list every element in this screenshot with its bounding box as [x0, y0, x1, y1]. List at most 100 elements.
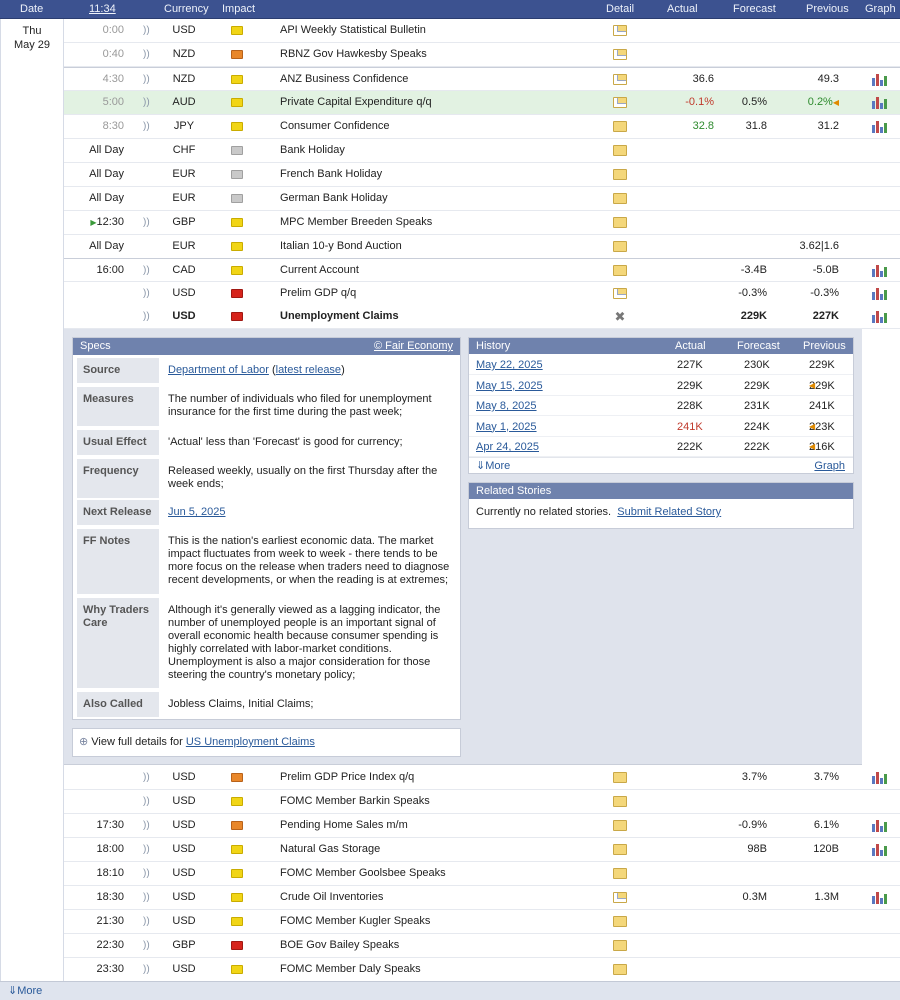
history-date-link[interactable]: May 1, 2025 — [476, 417, 537, 437]
event-row[interactable]: 17:30)) USD Pending Home Sales m/m -0.9% 6.1… — [64, 814, 900, 838]
folder-icon[interactable] — [613, 916, 627, 927]
folder-open-icon[interactable] — [613, 74, 627, 85]
event-row[interactable]: 23:30)) USD FOMC Member Daly Speaks — [64, 958, 900, 982]
event-currency: GBP — [172, 939, 196, 951]
graph-icon[interactable] — [872, 264, 887, 277]
folder-icon[interactable] — [613, 169, 627, 180]
folder-open-icon[interactable] — [613, 97, 627, 108]
graph-icon[interactable] — [872, 73, 887, 86]
event-name[interactable]: Private Capital Expenditure q/q — [280, 91, 580, 114]
event-name[interactable]: Crude Oil Inventories — [280, 886, 580, 909]
folder-icon[interactable] — [613, 217, 627, 228]
history-date-link[interactable]: Apr 24, 2025 — [476, 437, 539, 457]
graph-icon[interactable] — [872, 96, 887, 109]
event-name[interactable]: FOMC Member Goolsbee Speaks — [280, 862, 580, 885]
folder-icon[interactable] — [613, 820, 627, 831]
event-name[interactable]: Bank Holiday — [280, 139, 580, 162]
folder-icon[interactable] — [613, 121, 627, 132]
graph-icon[interactable] — [872, 120, 887, 133]
event-name[interactable]: Prelim GDP q/q — [280, 282, 580, 305]
graph-icon[interactable] — [872, 819, 887, 832]
folder-open-icon[interactable] — [613, 49, 627, 60]
graph-icon[interactable] — [872, 310, 887, 323]
event-row[interactable]: 5:00)) AUD Private Capital Expenditure q/q… — [64, 91, 900, 115]
event-name[interactable]: German Bank Holiday — [280, 187, 580, 210]
folder-icon[interactable] — [613, 265, 627, 276]
event-row[interactable]: 0:00)) USD API Weekly Statistical Bulletin — [64, 19, 900, 43]
folder-icon[interactable] — [613, 772, 627, 783]
event-name[interactable]: Prelim GDP Price Index q/q — [280, 766, 580, 789]
event-row[interactable]: )) USD Prelim GDP q/q -0.3% -0.3% — [64, 282, 900, 306]
event-row[interactable]: 21:30)) USD FOMC Member Kugler Speaks — [64, 910, 900, 934]
folder-icon[interactable] — [613, 145, 627, 156]
graph-icon[interactable] — [872, 843, 887, 856]
folder-icon[interactable] — [613, 964, 627, 975]
more-arrow-icon: ⇓ — [8, 985, 18, 997]
event-name[interactable]: Consumer Confidence — [280, 115, 580, 138]
event-row[interactable]: 18:00)) USD Natural Gas Storage 98B 120B — [64, 838, 900, 862]
event-name[interactable]: Natural Gas Storage — [280, 838, 580, 861]
folder-icon[interactable] — [613, 940, 627, 951]
event-name[interactable]: FOMC Member Barkin Speaks — [280, 790, 580, 813]
folder-icon[interactable] — [613, 193, 627, 204]
history-graph-link[interactable]: Graph — [814, 458, 845, 475]
graph-icon[interactable] — [872, 891, 887, 904]
folder-icon[interactable] — [613, 868, 627, 879]
history-more-link[interactable]: ⇓More — [476, 458, 510, 475]
graph-icon[interactable] — [872, 287, 887, 300]
fair-economy-link[interactable]: © Fair Economy — [374, 338, 453, 355]
event-row[interactable]: 22:30)) GBP BOE Gov Bailey Speaks — [64, 934, 900, 958]
close-detail-icon[interactable]: ✖ — [613, 310, 627, 323]
event-row[interactable]: ▶12:30)) GBP MPC Member Breeden Speaks — [64, 211, 900, 235]
impact-yellow-icon — [231, 242, 243, 251]
spec-label: FF Notes — [77, 529, 159, 594]
history-date-link[interactable]: May 22, 2025 — [476, 355, 543, 375]
history-date-link[interactable]: May 8, 2025 — [476, 396, 537, 416]
event-forecast: 98B — [747, 843, 767, 855]
folder-icon[interactable] — [613, 241, 627, 252]
footer-more-link[interactable]: ⇓More — [0, 981, 900, 1000]
event-name[interactable]: BOE Gov Bailey Speaks — [280, 934, 580, 957]
folder-icon[interactable] — [613, 844, 627, 855]
event-row[interactable]: All Day EUR Italian 10-y Bond Auction 3.62|… — [64, 235, 900, 259]
event-name[interactable]: FOMC Member Daly Speaks — [280, 958, 580, 981]
event-row[interactable]: 16:00)) CAD Current Account -3.4B -5.0B — [64, 258, 900, 282]
event-row[interactable]: 8:30)) JPY Consumer Confidence 32.8 31.8 31.2 — [64, 115, 900, 139]
folder-open-icon[interactable] — [613, 25, 627, 36]
event-row[interactable]: 18:30)) USD Crude Oil Inventories 0.3M 1.3M — [64, 886, 900, 910]
event-row[interactable]: All Day EUR German Bank Holiday — [64, 187, 900, 211]
event-row[interactable]: All Day EUR French Bank Holiday — [64, 163, 900, 187]
event-name[interactable]: MPC Member Breeden Speaks — [280, 211, 580, 234]
view-full-link[interactable]: US Unemployment Claims — [186, 736, 315, 748]
event-row[interactable]: )) USD FOMC Member Barkin Speaks — [64, 790, 900, 814]
folder-open-icon[interactable] — [613, 892, 627, 903]
event-row[interactable]: All Day CHF Bank Holiday — [64, 139, 900, 163]
event-name[interactable]: API Weekly Statistical Bulletin — [280, 19, 580, 42]
view-full-icon: ⊕ — [79, 736, 89, 748]
submit-related-story-link[interactable]: Submit Related Story — [617, 506, 721, 518]
event-time: 18:00 — [96, 843, 124, 855]
event-row[interactable]: )) USD Prelim GDP Price Index q/q 3.7% 3.7% — [64, 766, 900, 790]
event-name[interactable]: Current Account — [280, 259, 580, 282]
graph-icon[interactable] — [872, 771, 887, 784]
event-name[interactable]: French Bank Holiday — [280, 163, 580, 186]
event-name[interactable]: Pending Home Sales m/m — [280, 814, 580, 837]
event-name[interactable]: ANZ Business Confidence — [280, 68, 580, 91]
next-release-link[interactable]: Jun 5, 2025 — [168, 506, 226, 518]
event-row[interactable]: 18:10)) USD FOMC Member Goolsbee Speaks — [64, 862, 900, 886]
event-previous: 120B — [813, 843, 839, 855]
folder-open-icon[interactable] — [613, 288, 627, 299]
header-time[interactable]: 11:34 — [89, 0, 116, 19]
event-name[interactable]: Italian 10-y Bond Auction — [280, 235, 580, 258]
event-row[interactable]: 4:30)) NZD ANZ Business Confidence 36.6 49.3 — [64, 67, 900, 91]
event-row[interactable]: 0:40)) NZD RBNZ Gov Hawkesby Speaks — [64, 43, 900, 67]
department-of-labor-link[interactable]: Department of Labor — [168, 364, 269, 376]
folder-icon[interactable] — [613, 796, 627, 807]
history-date-link[interactable]: May 15, 2025 — [476, 376, 543, 396]
event-name[interactable]: Unemployment Claims — [280, 305, 580, 328]
event-row[interactable]: )) USD Unemployment Claims ✖ 229K 227K — [64, 305, 900, 329]
impact-yellow-icon — [231, 845, 243, 854]
latest-release-link[interactable]: latest release — [276, 364, 341, 376]
event-name[interactable]: FOMC Member Kugler Speaks — [280, 910, 580, 933]
event-name[interactable]: RBNZ Gov Hawkesby Speaks — [280, 43, 580, 66]
